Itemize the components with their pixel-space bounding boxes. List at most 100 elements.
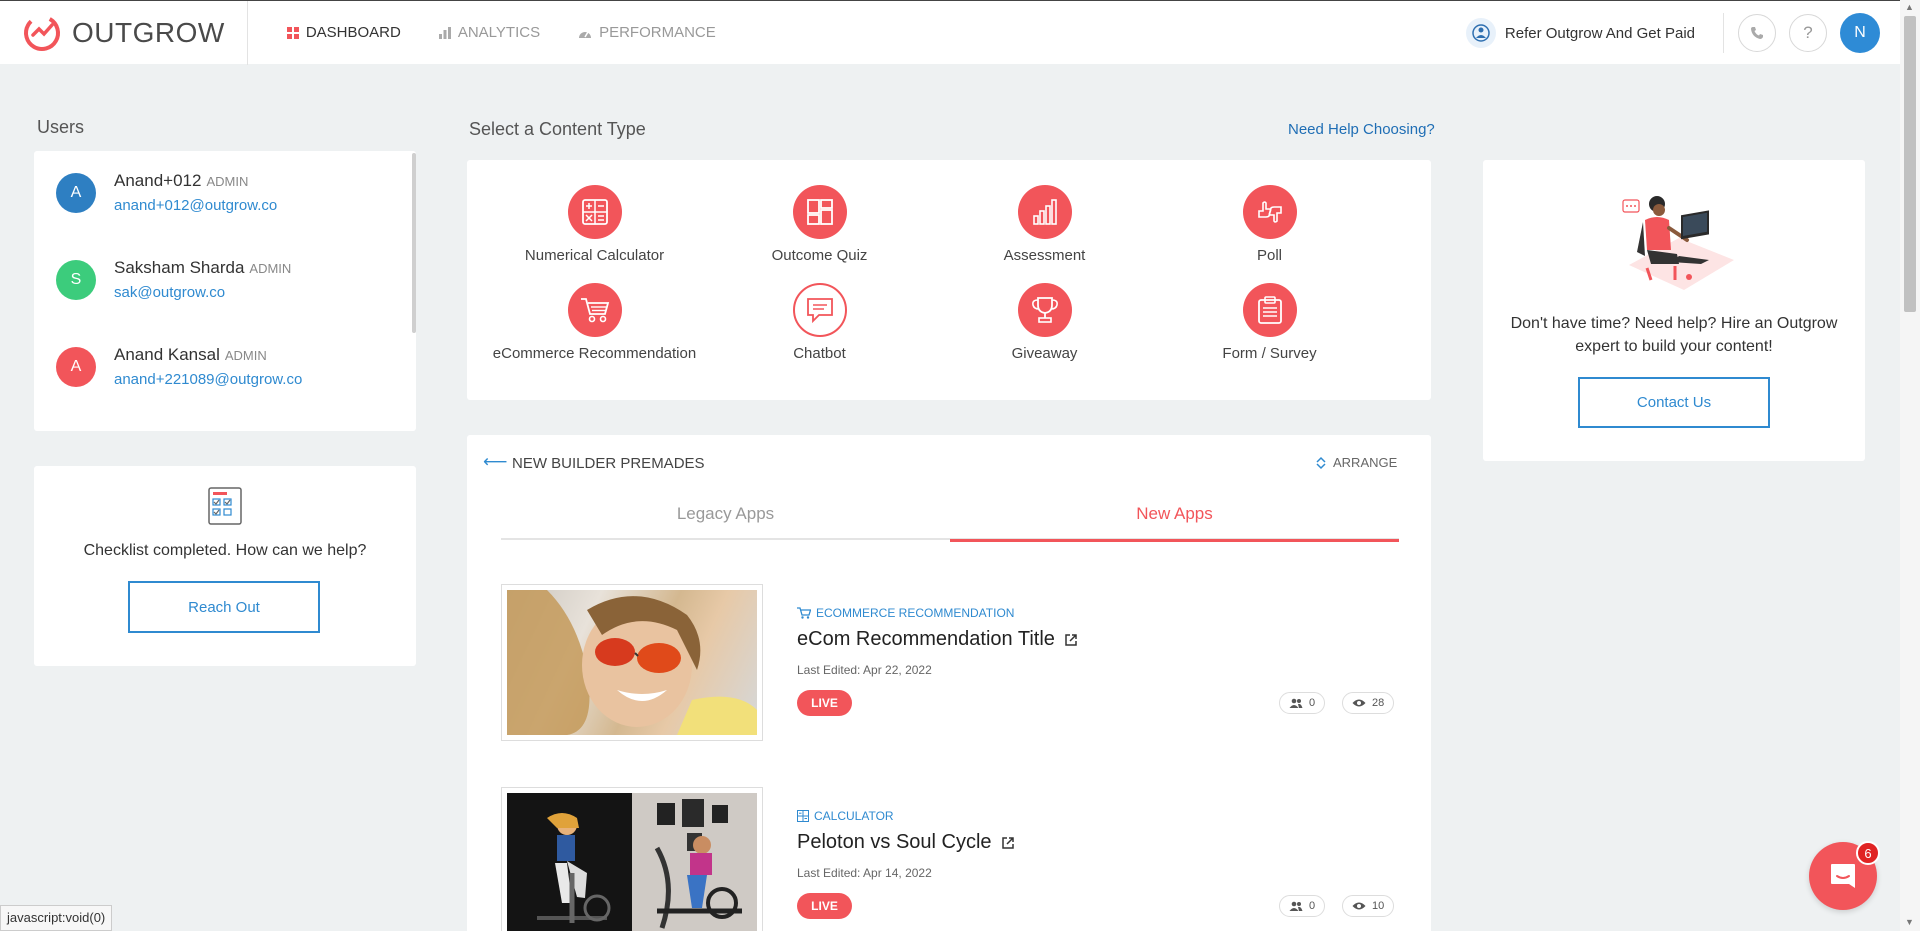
type-assessment[interactable]: Assessment — [932, 185, 1157, 264]
contact-us-button[interactable]: Contact Us — [1578, 377, 1770, 428]
eye-icon — [1352, 902, 1366, 910]
nav-dashboard[interactable]: DASHBOARD — [268, 1, 420, 65]
user-email[interactable]: sak@outgrow.co — [114, 284, 291, 301]
user-row[interactable]: A Anand Kansal ADMIN anand+221089@outgrow… — [56, 345, 302, 388]
type-form-survey[interactable]: Form / Survey — [1157, 283, 1382, 362]
nav-performance[interactable]: PERFORMANCE — [559, 1, 735, 65]
type-outcome-quiz[interactable]: Outcome Quiz — [707, 185, 932, 264]
user-avatar: S — [56, 259, 96, 300]
help-button[interactable]: ? — [1789, 14, 1827, 52]
type-label: eCommerce Recommendation — [492, 345, 697, 362]
app-category-label: CALCULATOR — [814, 809, 894, 823]
user-role: ADMIN — [249, 261, 292, 276]
outgrow-logo[interactable]: OUTGROW — [22, 0, 248, 65]
user-info: Saksham Sharda ADMIN sak@outgrow.co — [114, 258, 291, 301]
user-role: ADMIN — [224, 348, 267, 363]
hire-expert-text: Don't have time? Need help? Hire an Outg… — [1510, 315, 1838, 355]
phone-button[interactable] — [1738, 14, 1776, 52]
app-thumbnail[interactable] — [501, 787, 763, 931]
calculator-icon — [797, 810, 809, 822]
tab-new-apps[interactable]: New Apps — [950, 500, 1399, 542]
user-email[interactable]: anand+221089@outgrow.co — [114, 371, 302, 388]
type-ecommerce-recommendation[interactable]: eCommerce Recommendation — [482, 283, 707, 362]
browser-status-bar: javascript:void(0) — [0, 905, 113, 931]
back-arrow-icon[interactable]: ⟵ — [483, 452, 507, 472]
app-title[interactable]: Peloton vs Soul Cycle — [797, 831, 1015, 854]
users-count-badge: 0 — [1279, 692, 1326, 714]
checklist-text: Checklist completed. How can we help? — [83, 542, 367, 559]
dashboard-grid-icon — [286, 26, 299, 39]
help-icon: ? — [1803, 23, 1813, 42]
chat-bubble-icon — [792, 283, 847, 337]
nav-analytics[interactable]: ANALYTICS — [420, 1, 559, 65]
external-link-icon[interactable] — [1001, 836, 1015, 850]
calculator-icon — [567, 185, 622, 239]
views-count: 10 — [1372, 900, 1385, 912]
phone-icon — [1751, 27, 1763, 39]
person-at-computer-illustration — [1622, 196, 1734, 290]
nav-analytics-label: ANALYTICS — [457, 24, 541, 41]
type-poll[interactable]: Poll — [1157, 185, 1382, 264]
live-badge: LIVE — [797, 893, 852, 919]
content-type-heading: Select a Content Type — [469, 119, 646, 139]
user-name: Anand Kansal — [114, 345, 220, 364]
main-nav: DASHBOARD ANALYTICS PERFORMANCE — [268, 1, 735, 65]
type-label: Numerical Calculator — [524, 247, 665, 264]
app-card[interactable]: ECOMMERCE RECOMMENDATION eCom Recommenda… — [501, 584, 1399, 744]
premades-card: ⟵ NEW BUILDER PREMADES ARRANGE Legacy Ap… — [467, 435, 1431, 931]
need-help-link[interactable]: Need Help Choosing? — [1288, 121, 1435, 138]
user-avatar: A — [56, 346, 96, 387]
page-scrollbar[interactable]: ▲ ▼ — [1900, 0, 1920, 931]
checklist-icon — [208, 487, 242, 525]
user-avatar[interactable]: N — [1840, 13, 1880, 53]
chat-notification-badge: 6 — [1856, 841, 1880, 865]
app-title[interactable]: eCom Recommendation Title — [797, 628, 1078, 651]
quiz-grid-icon — [792, 185, 847, 239]
nav-dashboard-label: DASHBOARD — [305, 24, 401, 41]
cart-icon — [567, 283, 622, 337]
user-name: Saksham Sharda — [114, 258, 245, 277]
scrollbar-thumb[interactable] — [1904, 16, 1916, 312]
users-heading: Users — [37, 117, 85, 137]
eye-icon — [1352, 699, 1366, 707]
app-title-text: eCom Recommendation Title — [797, 628, 1055, 650]
type-giveaway[interactable]: Giveaway — [932, 283, 1157, 362]
hire-expert-card: Don't have time? Need help? Hire an Outg… — [1483, 160, 1865, 461]
tab-legacy-apps[interactable]: Legacy Apps — [501, 500, 950, 538]
users-icon — [1289, 901, 1303, 911]
user-email[interactable]: anand+012@outgrow.co — [114, 197, 277, 214]
logo-text: OUTGROW — [72, 16, 225, 48]
arrange-label: ARRANGE — [1333, 455, 1398, 470]
app-thumbnail[interactable] — [501, 584, 763, 741]
type-label: Assessment — [1003, 247, 1086, 264]
user-avatar: A — [56, 172, 96, 213]
reach-out-button[interactable]: Reach Out — [128, 581, 320, 633]
outgrow-logo-icon — [24, 14, 60, 51]
woman-sunglasses-image — [507, 590, 757, 735]
premades-title: NEW BUILDER PREMADES — [512, 455, 705, 472]
app-card[interactable]: CALCULATOR Peloton vs Soul Cycle Last Ed… — [501, 787, 1399, 931]
sort-arrows-icon — [1316, 456, 1326, 469]
external-link-icon[interactable] — [1064, 633, 1078, 647]
type-label: Form / Survey — [1222, 345, 1317, 362]
user-row[interactable]: S Saksham Sharda ADMIN sak@outgrow.co — [56, 258, 291, 301]
cart-icon — [797, 607, 811, 619]
app-last-edited: Last Edited: Apr 22, 2022 — [797, 663, 932, 677]
thumbs-poll-icon — [1242, 185, 1297, 239]
refer-label: Refer Outgrow And Get Paid — [1504, 24, 1695, 42]
user-name: Anand+012 — [114, 171, 202, 190]
arrange-button[interactable]: ARRANGE — [1315, 455, 1397, 470]
scroll-down-arrow-icon[interactable]: ▼ — [1905, 917, 1914, 927]
type-chatbot[interactable]: Chatbot — [707, 283, 932, 362]
content-types-card: Numerical Calculator Outcome Quiz Assess… — [467, 160, 1431, 400]
user-row[interactable]: A Anand+012 ADMIN anand+012@outgrow.co — [56, 171, 277, 214]
nav-performance-label: PERFORMANCE — [599, 24, 716, 41]
scroll-up-arrow-icon[interactable]: ▲ — [1905, 2, 1914, 12]
refer-link[interactable]: Refer Outgrow And Get Paid — [1465, 18, 1695, 48]
refer-network-icon — [1465, 18, 1496, 48]
type-numerical-calculator[interactable]: Numerical Calculator — [482, 185, 707, 264]
users-icon — [1289, 698, 1303, 708]
user-info: Anand Kansal ADMIN anand+221089@outgrow.c… — [114, 345, 302, 388]
trophy-icon — [1017, 283, 1072, 337]
users-scrollbar[interactable] — [412, 153, 416, 333]
